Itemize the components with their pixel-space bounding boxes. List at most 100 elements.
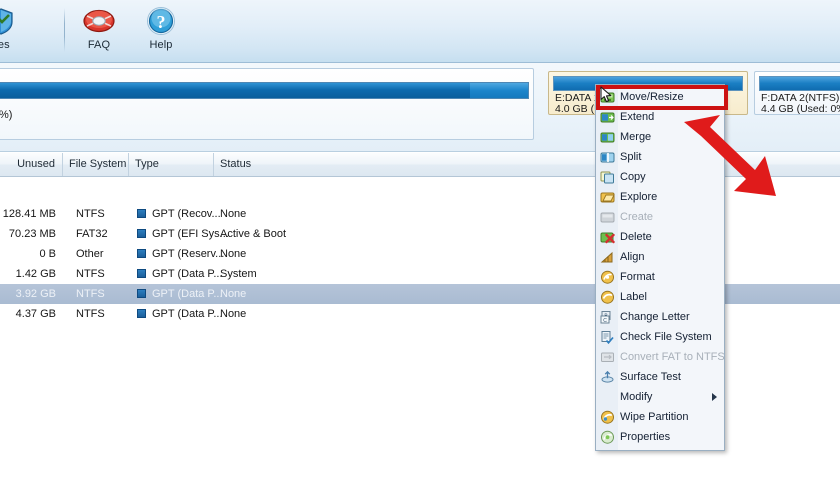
help-question-icon: ? bbox=[130, 4, 192, 38]
context-menu-label: Modify bbox=[618, 391, 652, 403]
red-pointer-arrow bbox=[680, 108, 790, 203]
extend-icon bbox=[596, 107, 618, 127]
delete-icon bbox=[596, 227, 618, 247]
context-menu-item-align[interactable]: Align bbox=[596, 247, 724, 267]
convert-fat-icon bbox=[596, 347, 618, 367]
context-menu-item-label[interactable]: Label bbox=[596, 287, 724, 307]
context-menu-label: Label bbox=[618, 291, 647, 303]
cell-file-system: FAT32 bbox=[76, 224, 136, 244]
cell-unused: 1.42 GB bbox=[0, 264, 56, 284]
cell-type: GPT (Recov... bbox=[152, 204, 218, 224]
toolbar-label-properties: ties bbox=[0, 39, 32, 51]
cell-status: None bbox=[220, 204, 246, 224]
partition-type-icon bbox=[137, 269, 146, 278]
wipe-partition-icon bbox=[596, 407, 618, 427]
partition-manager-window: ties FAQ ? bbox=[0, 0, 840, 500]
context-menu-label: Wipe Partition bbox=[618, 411, 688, 423]
context-menu-label: Split bbox=[618, 151, 641, 163]
context-menu-label: Properties bbox=[618, 431, 670, 443]
surface-test-icon bbox=[596, 367, 618, 387]
partition-usage-fill-left bbox=[0, 83, 470, 98]
partition-type-icon bbox=[137, 249, 146, 258]
explore-icon bbox=[596, 187, 618, 207]
check-file-system-icon bbox=[596, 327, 618, 347]
chevron-right-icon bbox=[712, 393, 717, 401]
toolbar-button-help[interactable]: ? Help bbox=[130, 4, 192, 60]
cell-type: GPT (Reserv... bbox=[152, 244, 218, 264]
context-menu-item-change-letter[interactable]: BC Change Letter bbox=[596, 307, 724, 327]
context-menu-label: Surface Test bbox=[618, 371, 681, 383]
context-menu-label: Extend bbox=[618, 111, 654, 123]
change-letter-icon: BC bbox=[596, 307, 618, 327]
context-menu-item-convert-fat-to-ntfs: Convert FAT to NTFS bbox=[596, 347, 724, 367]
copy-icon bbox=[596, 167, 618, 187]
cell-type: GPT (Data P... bbox=[152, 284, 218, 304]
toolbar-button-properties[interactable]: ties bbox=[0, 4, 32, 60]
cell-type: GPT (Data P... bbox=[152, 264, 218, 284]
partition-usage-bar-f bbox=[759, 76, 840, 91]
cell-unused: 3.92 GB bbox=[0, 284, 56, 304]
properties-icon bbox=[0, 4, 32, 38]
create-icon bbox=[596, 207, 618, 227]
context-menu-item-wipe-partition[interactable]: Wipe Partition bbox=[596, 407, 724, 427]
context-menu-label: Move/Resize bbox=[618, 91, 684, 103]
context-menu-item-modify[interactable]: Modify bbox=[596, 387, 724, 407]
column-header-type[interactable]: Type bbox=[129, 153, 214, 176]
partition-usage-fill-f bbox=[760, 77, 840, 90]
cell-status: None bbox=[220, 304, 246, 324]
cell-status: Active & Boot bbox=[220, 224, 286, 244]
split-icon bbox=[596, 147, 618, 167]
context-menu-item-check-file-system[interactable]: Check File System bbox=[596, 327, 724, 347]
context-menu-label: Change Letter bbox=[618, 311, 690, 323]
cell-file-system: NTFS bbox=[76, 284, 136, 304]
toolbar-separator bbox=[64, 8, 65, 52]
context-menu-label: Convert FAT to NTFS bbox=[618, 351, 725, 363]
cell-status: None bbox=[220, 284, 246, 304]
context-menu-item-move-resize[interactable]: Move/Resize bbox=[596, 87, 724, 107]
label-icon bbox=[596, 287, 618, 307]
column-header-file-system[interactable]: File System bbox=[63, 153, 129, 176]
context-menu-label: Explore bbox=[618, 191, 657, 203]
align-icon bbox=[596, 247, 618, 267]
context-menu-label: Create bbox=[618, 211, 653, 223]
properties-menu-icon bbox=[596, 427, 618, 447]
partition-type-icon bbox=[137, 209, 146, 218]
partition-usage-bar-left bbox=[0, 82, 529, 99]
disk-partition-block-left[interactable]: %) bbox=[0, 68, 534, 140]
partition-type-icon bbox=[137, 289, 146, 298]
toolbar-label-help: Help bbox=[130, 39, 192, 51]
context-menu-label: Merge bbox=[618, 131, 651, 143]
partition-type-icon bbox=[137, 309, 146, 318]
toolbar-button-faq[interactable]: FAQ bbox=[68, 4, 130, 60]
cell-type: GPT (Data P... bbox=[152, 304, 218, 324]
partition-usage-fill-left-b bbox=[470, 83, 528, 98]
context-menu-item-properties[interactable]: Properties bbox=[596, 427, 724, 447]
toolbar-label-faq: FAQ bbox=[68, 39, 130, 51]
cell-unused: 0 B bbox=[0, 244, 56, 264]
partition-label-left: %) bbox=[0, 109, 12, 121]
context-menu-item-surface-test[interactable]: Surface Test bbox=[596, 367, 724, 387]
cell-status: None bbox=[220, 244, 246, 264]
format-icon bbox=[596, 267, 618, 287]
column-header-unused[interactable]: Unused bbox=[0, 153, 63, 176]
context-menu-item-delete[interactable]: Delete bbox=[596, 227, 724, 247]
main-toolbar: ties FAQ ? bbox=[0, 0, 840, 63]
merge-icon bbox=[596, 127, 618, 147]
cell-file-system: Other bbox=[76, 244, 136, 264]
context-menu-label: Format bbox=[618, 271, 655, 283]
context-menu-label: Delete bbox=[618, 231, 652, 243]
lifebuoy-icon bbox=[68, 4, 130, 38]
cell-unused: 70.23 MB bbox=[0, 224, 56, 244]
cell-file-system: NTFS bbox=[76, 264, 136, 284]
svg-text:C: C bbox=[603, 318, 607, 324]
cell-unused: 128.41 MB bbox=[0, 204, 56, 224]
context-menu-label: Copy bbox=[618, 171, 646, 183]
cell-file-system: NTFS bbox=[76, 304, 136, 324]
svg-text:?: ? bbox=[157, 12, 166, 32]
context-menu-item-format[interactable]: Format bbox=[596, 267, 724, 287]
context-menu-item-create: Create bbox=[596, 207, 724, 227]
cell-file-system: NTFS bbox=[76, 204, 136, 224]
mouse-cursor bbox=[600, 86, 614, 104]
cell-unused: 4.37 GB bbox=[0, 304, 56, 324]
cell-status: System bbox=[220, 264, 257, 284]
